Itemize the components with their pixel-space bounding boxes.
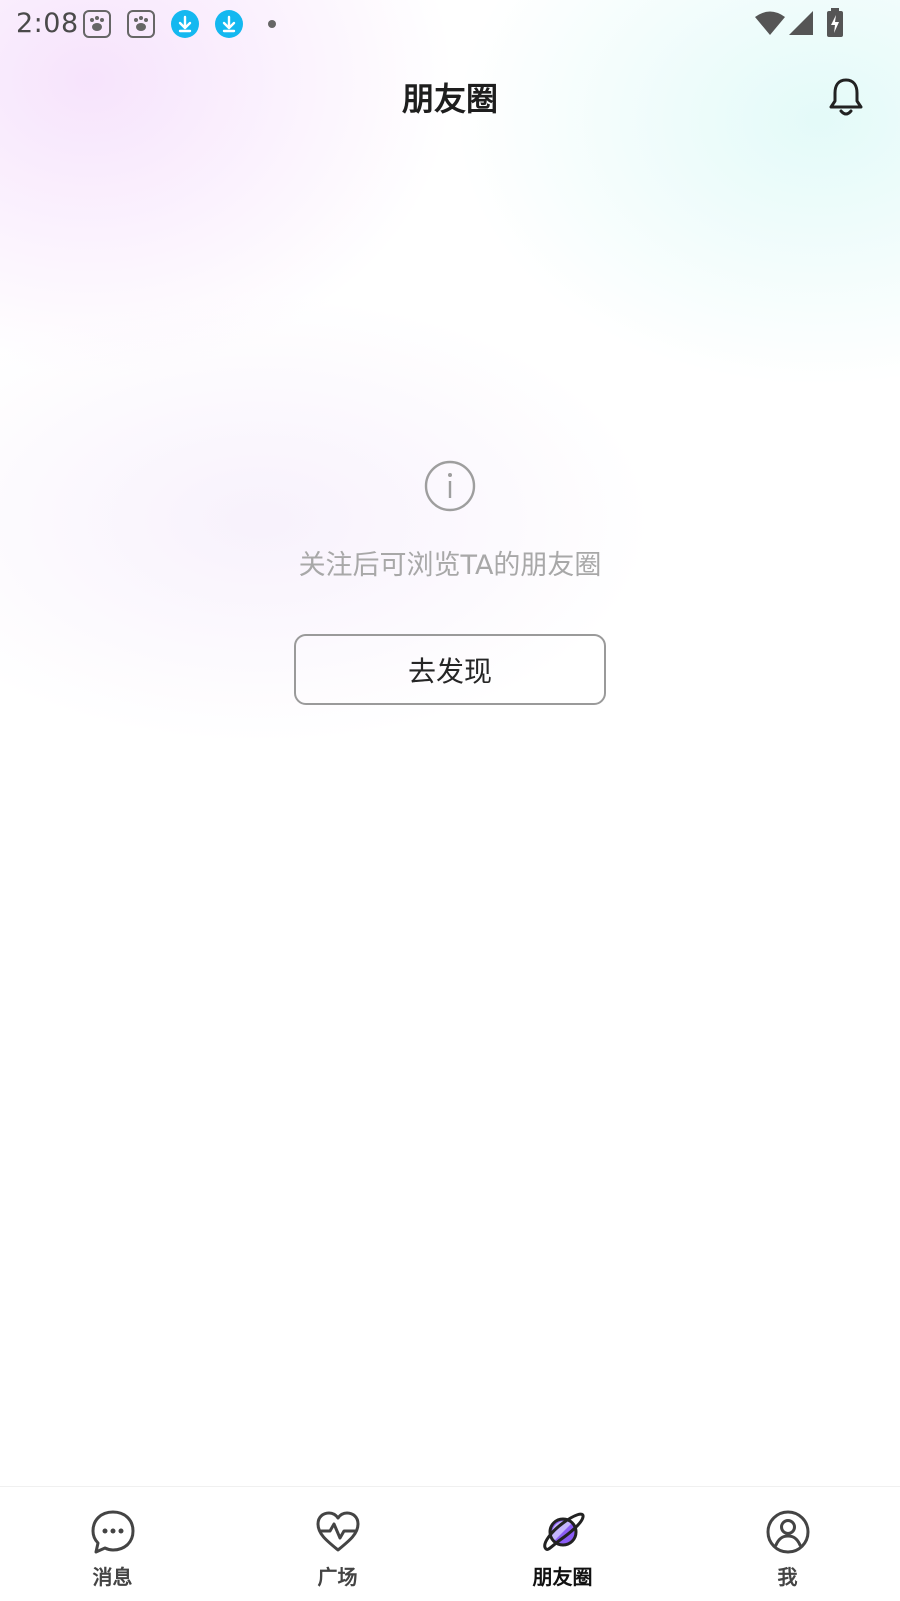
baidu-paw-icon [83, 10, 111, 38]
bell-icon[interactable] [826, 76, 866, 118]
nav-label-square: 广场 [317, 1565, 358, 1589]
planet-icon [543, 1512, 585, 1551]
heartbeat-icon [316, 1511, 360, 1552]
nav-item-square[interactable]: 广场 [225, 1487, 450, 1601]
download-icon [215, 10, 243, 38]
baidu-paw-icon [127, 10, 155, 38]
page-title: 朋友圈 [401, 80, 498, 118]
info-icon [424, 460, 476, 512]
nav-label-messages: 消息 [92, 1565, 133, 1589]
nav-item-me[interactable]: 我 [675, 1487, 900, 1601]
nav-item-messages[interactable]: 消息 [0, 1487, 225, 1601]
download-icon [171, 10, 199, 38]
empty-state-message: 关注后可浏览TA的朋友圈 [298, 550, 602, 581]
discover-button[interactable]: 去发现 [294, 634, 606, 705]
nav-label-moments: 朋友圈 [532, 1565, 593, 1589]
profile-icon [766, 1510, 810, 1554]
status-bar: 2:08 [0, 0, 900, 48]
wifi-icon [755, 11, 785, 35]
chat-bubble-icon [91, 1510, 135, 1554]
signal-icon [789, 11, 813, 35]
bottom-nav: 消息 广场 朋友圈 我 [0, 1486, 900, 1601]
status-time: 2:08 [16, 8, 79, 39]
nav-label-me: 我 [777, 1565, 798, 1589]
nav-item-moments[interactable]: 朋友圈 [450, 1487, 675, 1601]
notification-dot-icon [268, 20, 276, 28]
battery-charging-icon [827, 8, 843, 37]
